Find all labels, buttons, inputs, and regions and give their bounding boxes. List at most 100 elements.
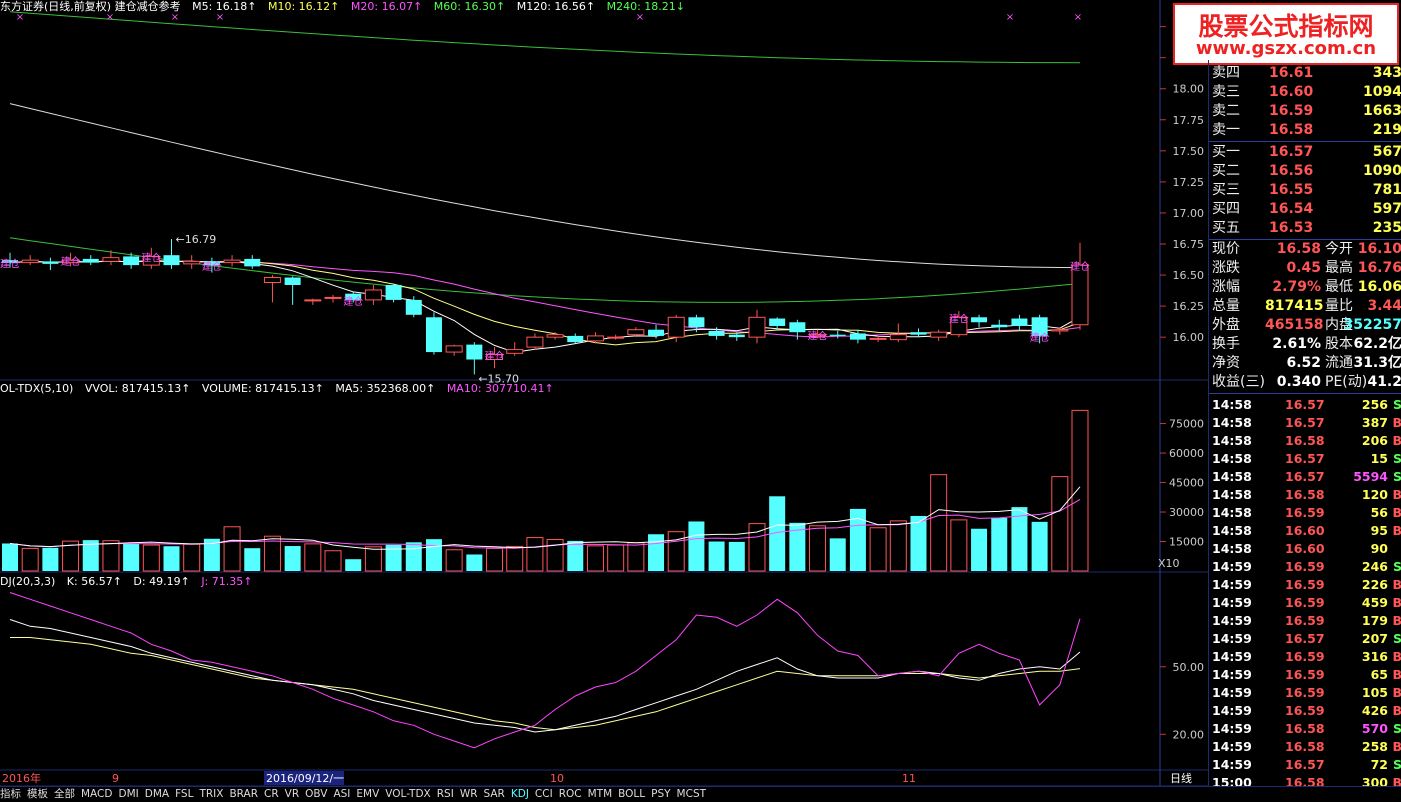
tick-side: B (1392, 487, 1401, 502)
tick-price: 16.59 (1285, 685, 1325, 700)
toolbar-item-模板[interactable]: 模板 (27, 788, 48, 800)
ask-label: 卖三 (1212, 84, 1240, 100)
tick-row[interactable]: 14:59 16.59 459 B (1209, 594, 1401, 612)
toolbar-item-kdj[interactable]: KDJ (511, 788, 529, 800)
tick-row[interactable]: 14:59 16.58 258 B (1209, 738, 1401, 756)
tick-time: 14:59 (1212, 667, 1252, 682)
candlestick-chart[interactable]: 18.5018.2518.0017.7517.5017.2517.0016.75… (0, 0, 1208, 801)
ask-price: 16.59 (1269, 103, 1314, 119)
tick-row[interactable]: 14:59 16.59 65 B (1209, 666, 1401, 684)
candle-body (1071, 264, 1089, 326)
toolbar-item-psy[interactable]: PSY (651, 788, 670, 800)
tick-time: 14:59 (1212, 649, 1252, 664)
candle (1051, 327, 1069, 335)
tick-row[interactable]: 14:59 16.59 246 S (1209, 558, 1401, 576)
high-annotation: ←16.79 (176, 233, 217, 246)
toolbar-item-指标[interactable]: 指标 (0, 788, 21, 800)
toolbar-item-dmi[interactable]: DMI (118, 788, 138, 800)
bid-row[interactable]: 买三 16.55 781 (1209, 181, 1401, 200)
toolbar-item-emv[interactable]: EMV (356, 788, 379, 800)
toolbar-item-mcst[interactable]: MCST (677, 788, 706, 800)
toolbar-item-mtm[interactable]: MTM (588, 788, 613, 800)
tick-time: 14:58 (1212, 487, 1252, 502)
toolbar-item-obv[interactable]: OBV (305, 788, 327, 800)
tick-volume: 316 (1361, 649, 1388, 664)
ask-row[interactable]: 卖一 16.58 219 (1209, 121, 1401, 140)
ask-price: 16.58 (1269, 122, 1314, 138)
candle-body (586, 335, 604, 342)
candle-body (123, 256, 140, 266)
toolbar-item-macd[interactable]: MACD (81, 788, 112, 800)
toolbar-item-brar[interactable]: BRAR (229, 788, 258, 800)
tick-row[interactable]: 14:59 16.59 226 B (1209, 576, 1401, 594)
candle (829, 330, 846, 339)
toolbar-item-cr[interactable]: CR (264, 788, 279, 800)
ask-row[interactable]: 卖三 16.60 1094 (1209, 83, 1401, 102)
bid-row[interactable]: 买二 16.56 1090 (1209, 162, 1401, 181)
tick-side: B (1392, 613, 1401, 628)
tick-price: 16.57 (1285, 397, 1325, 412)
bid-row[interactable]: 买五 16.53 235 (1209, 219, 1401, 238)
volume-indicator-name: OL-TDX(5,10) (0, 382, 74, 395)
toolbar-item-wr[interactable]: WR (460, 788, 478, 800)
tick-row[interactable]: 14:59 16.59 316 B (1209, 648, 1401, 666)
tick-row[interactable]: 14:59 16.57 207 S (1209, 630, 1401, 648)
tick-row[interactable]: 14:59 16.59 105 B (1209, 684, 1401, 702)
candle-body (506, 349, 524, 354)
candle-body (648, 329, 665, 336)
toolbar-item-asi[interactable]: ASI (333, 788, 350, 800)
tick-volume: 207 (1361, 631, 1388, 646)
ask-row[interactable]: 卖四 16.61 343 (1209, 64, 1401, 83)
tick-row[interactable]: 14:58 16.58 120 B (1209, 486, 1401, 504)
tick-volume: 459 (1361, 595, 1388, 610)
tick-row[interactable]: 14:58 16.57 5594 S (1209, 468, 1401, 486)
tick-price: 16.59 (1285, 577, 1325, 592)
volume-bar (667, 531, 685, 572)
candle-body (42, 261, 59, 264)
tick-row[interactable]: 14:59 16.59 426 B (1209, 702, 1401, 720)
toolbar-item-sar[interactable]: SAR (484, 788, 505, 800)
tick-time: 14:58 (1212, 469, 1252, 484)
price-axis-label: 17.00 (1173, 207, 1205, 220)
volume-bar (2, 543, 18, 571)
tick-row[interactable]: 14:58 16.59 56 B (1209, 504, 1401, 522)
tick-row[interactable]: 14:59 16.59 179 B (1209, 612, 1401, 630)
toolbar-item-roc[interactable]: ROC (559, 788, 582, 800)
toolbar-item-boll[interactable]: BOLL (618, 788, 645, 800)
toolbar-item-vol-tdx[interactable]: VOL-TDX (385, 788, 430, 800)
tick-row[interactable]: 14:58 16.60 90 (1209, 540, 1401, 558)
toolbar-item-fsl[interactable]: FSL (175, 788, 193, 800)
toolbar-item-全部[interactable]: 全部 (54, 788, 75, 800)
toolbar-item-vr[interactable]: VR (285, 788, 299, 800)
tick-side: S (1392, 397, 1401, 412)
bid-volume: 597 (1372, 201, 1401, 217)
tick-row[interactable]: 14:59 16.58 570 S (1209, 720, 1401, 738)
toolbar-item-dma[interactable]: DMA (145, 788, 169, 800)
ma-legend-60: M60: 16.30↑ (433, 0, 506, 13)
chart-title: 东方证券(日线,前复权) 建仓减仓参考 (0, 0, 181, 13)
toolbar-item-trix[interactable]: TRIX (199, 788, 223, 800)
bid-row[interactable]: 买四 16.54 597 (1209, 200, 1401, 219)
quote-value: 16.06 (1357, 279, 1401, 295)
volume-bar (1031, 521, 1048, 571)
toolbar-item-rsi[interactable]: RSI (437, 788, 454, 800)
tick-row[interactable]: 14:58 16.58 206 B (1209, 432, 1401, 450)
ask-row[interactable]: 卖二 16.59 1663 (1209, 102, 1401, 121)
tick-row[interactable]: 14:58 16.60 95 B (1209, 522, 1401, 540)
bid-row[interactable]: 买一 16.57 567 (1209, 143, 1401, 162)
tick-row[interactable]: 14:58 16.57 387 B (1209, 414, 1401, 432)
toolbar-item-cci[interactable]: CCI (535, 788, 553, 800)
bid-label: 买三 (1212, 182, 1240, 198)
tick-time: 14:58 (1212, 505, 1252, 520)
tick-row[interactable]: 14:58 16.57 256 S (1209, 396, 1401, 414)
candle-body (1011, 318, 1028, 326)
quote-row: 涨幅 2.79% 最低 16.06 (1209, 278, 1401, 297)
tick-row[interactable]: 14:59 16.57 72 S (1209, 756, 1401, 774)
candle (364, 284, 382, 305)
tick-row[interactable]: 14:58 16.57 15 S (1209, 450, 1401, 468)
tick-price: 16.59 (1285, 667, 1325, 682)
candle (991, 319, 1008, 331)
tick-side: B (1392, 685, 1401, 700)
candle-body (546, 334, 564, 338)
orderbook-divider (1209, 141, 1401, 142)
